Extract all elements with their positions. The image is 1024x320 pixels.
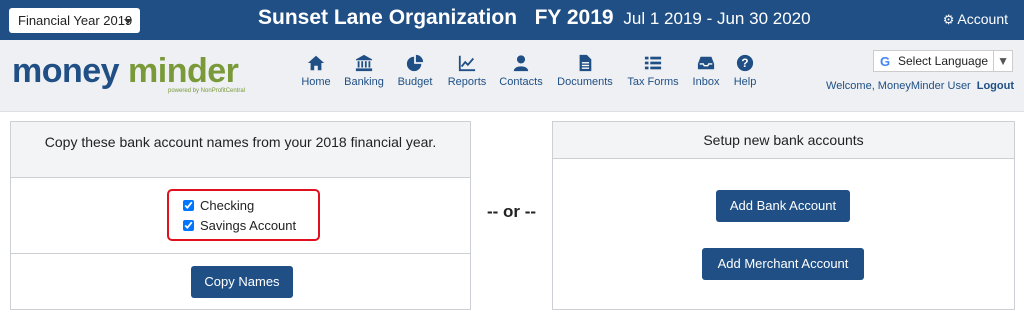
- date-range: Jul 1 2019 - Jun 30 2020: [623, 9, 811, 28]
- nav-budget-label: Budget: [397, 76, 433, 88]
- logo-tagline: powered by NonProfitCentral: [168, 88, 246, 94]
- nav-tax-forms[interactable]: Tax Forms: [626, 54, 680, 98]
- nav-help[interactable]: ? Help: [731, 54, 759, 98]
- account-checklist: Checking Savings Account: [11, 178, 470, 254]
- nav-reports[interactable]: Reports: [446, 54, 488, 98]
- copy-accounts-heading: Copy these bank account names from your …: [11, 122, 470, 178]
- line-chart-icon: [446, 54, 488, 76]
- checkbox-label: Savings Account: [200, 218, 297, 233]
- logo-text-minder: minder: [128, 52, 239, 90]
- svg-text:?: ?: [741, 57, 748, 70]
- gear-icon: ⚙: [942, 12, 955, 27]
- account-menu[interactable]: ⚙ Account: [943, 11, 1008, 28]
- logo-text-money: money: [12, 52, 120, 90]
- pie-chart-icon: [396, 54, 434, 76]
- home-icon: [298, 54, 334, 76]
- copy-names-button[interactable]: Copy Names: [191, 266, 293, 298]
- nav-home[interactable]: Home: [298, 54, 334, 98]
- language-select[interactable]: G Select Language ▼: [873, 50, 1013, 72]
- checkbox-label: Checking: [200, 198, 255, 213]
- financial-year-value: Financial Year 2019: [18, 13, 133, 28]
- nav-contacts[interactable]: Contacts: [498, 54, 544, 98]
- nav-home-label: Home: [301, 76, 331, 88]
- or-separator: -- or --: [487, 202, 537, 221]
- top-bar: Financial Year 2019 Sunset Lane Organiza…: [0, 0, 1024, 40]
- account-checkbox-row[interactable]: Savings Account: [183, 218, 296, 233]
- nav-tax-forms-label: Tax Forms: [627, 76, 679, 88]
- nav-banking-label: Banking: [344, 76, 384, 88]
- bank-icon: [343, 54, 385, 76]
- org-name: Sunset Lane Organization: [258, 6, 518, 29]
- nav-documents-label: Documents: [557, 76, 613, 88]
- nav-documents[interactable]: Documents: [556, 54, 614, 98]
- document-icon: [556, 54, 614, 76]
- moneyminder-logo[interactable]: money minder powered by NonProfitCentral: [12, 52, 245, 94]
- fiscal-year-label: FY 2019: [534, 6, 614, 29]
- inbox-icon: [690, 54, 722, 76]
- welcome-text: Welcome, MoneyMinder User: [826, 80, 971, 92]
- new-accounts-panel: Setup new bank accounts Add Bank Account…: [552, 121, 1015, 310]
- logout-link[interactable]: Logout: [977, 80, 1014, 92]
- nav-contacts-label: Contacts: [499, 76, 543, 88]
- copy-accounts-panel: Copy these bank account names from your …: [10, 121, 471, 310]
- add-merchant-account-button[interactable]: Add Merchant Account: [702, 248, 864, 280]
- google-icon: G: [880, 54, 891, 69]
- org-header: Sunset Lane Organization FY 2019 Jul 1 2…: [258, 6, 811, 30]
- list-icon: [626, 54, 680, 76]
- user-icon: [498, 54, 544, 76]
- nav-inbox[interactable]: Inbox: [690, 54, 722, 98]
- nav-budget[interactable]: Budget: [396, 54, 434, 98]
- language-select-label: Select Language: [898, 54, 989, 68]
- financial-year-select[interactable]: Financial Year 2019: [9, 8, 140, 33]
- nav-help-label: Help: [733, 76, 757, 88]
- caret-down-icon: [124, 19, 132, 24]
- nav-banking[interactable]: Banking: [343, 54, 385, 98]
- add-bank-account-button[interactable]: Add Bank Account: [716, 190, 850, 222]
- dropdown-arrow-icon: ▼: [993, 51, 1009, 71]
- checking-checkbox[interactable]: [183, 200, 194, 211]
- savings-checkbox[interactable]: [183, 220, 194, 231]
- highlight-box: [167, 189, 320, 241]
- nav-reports-label: Reports: [447, 76, 487, 88]
- main-navbar: money minder powered by NonProfitCentral…: [0, 40, 1024, 112]
- nav-inbox-label: Inbox: [692, 76, 720, 88]
- account-label: Account: [957, 11, 1008, 27]
- account-checkbox-row[interactable]: Checking: [183, 198, 254, 213]
- new-accounts-heading: Setup new bank accounts: [553, 122, 1014, 159]
- user-welcome: Welcome, MoneyMinder User Logout: [826, 80, 1014, 92]
- help-icon: ?: [731, 54, 759, 76]
